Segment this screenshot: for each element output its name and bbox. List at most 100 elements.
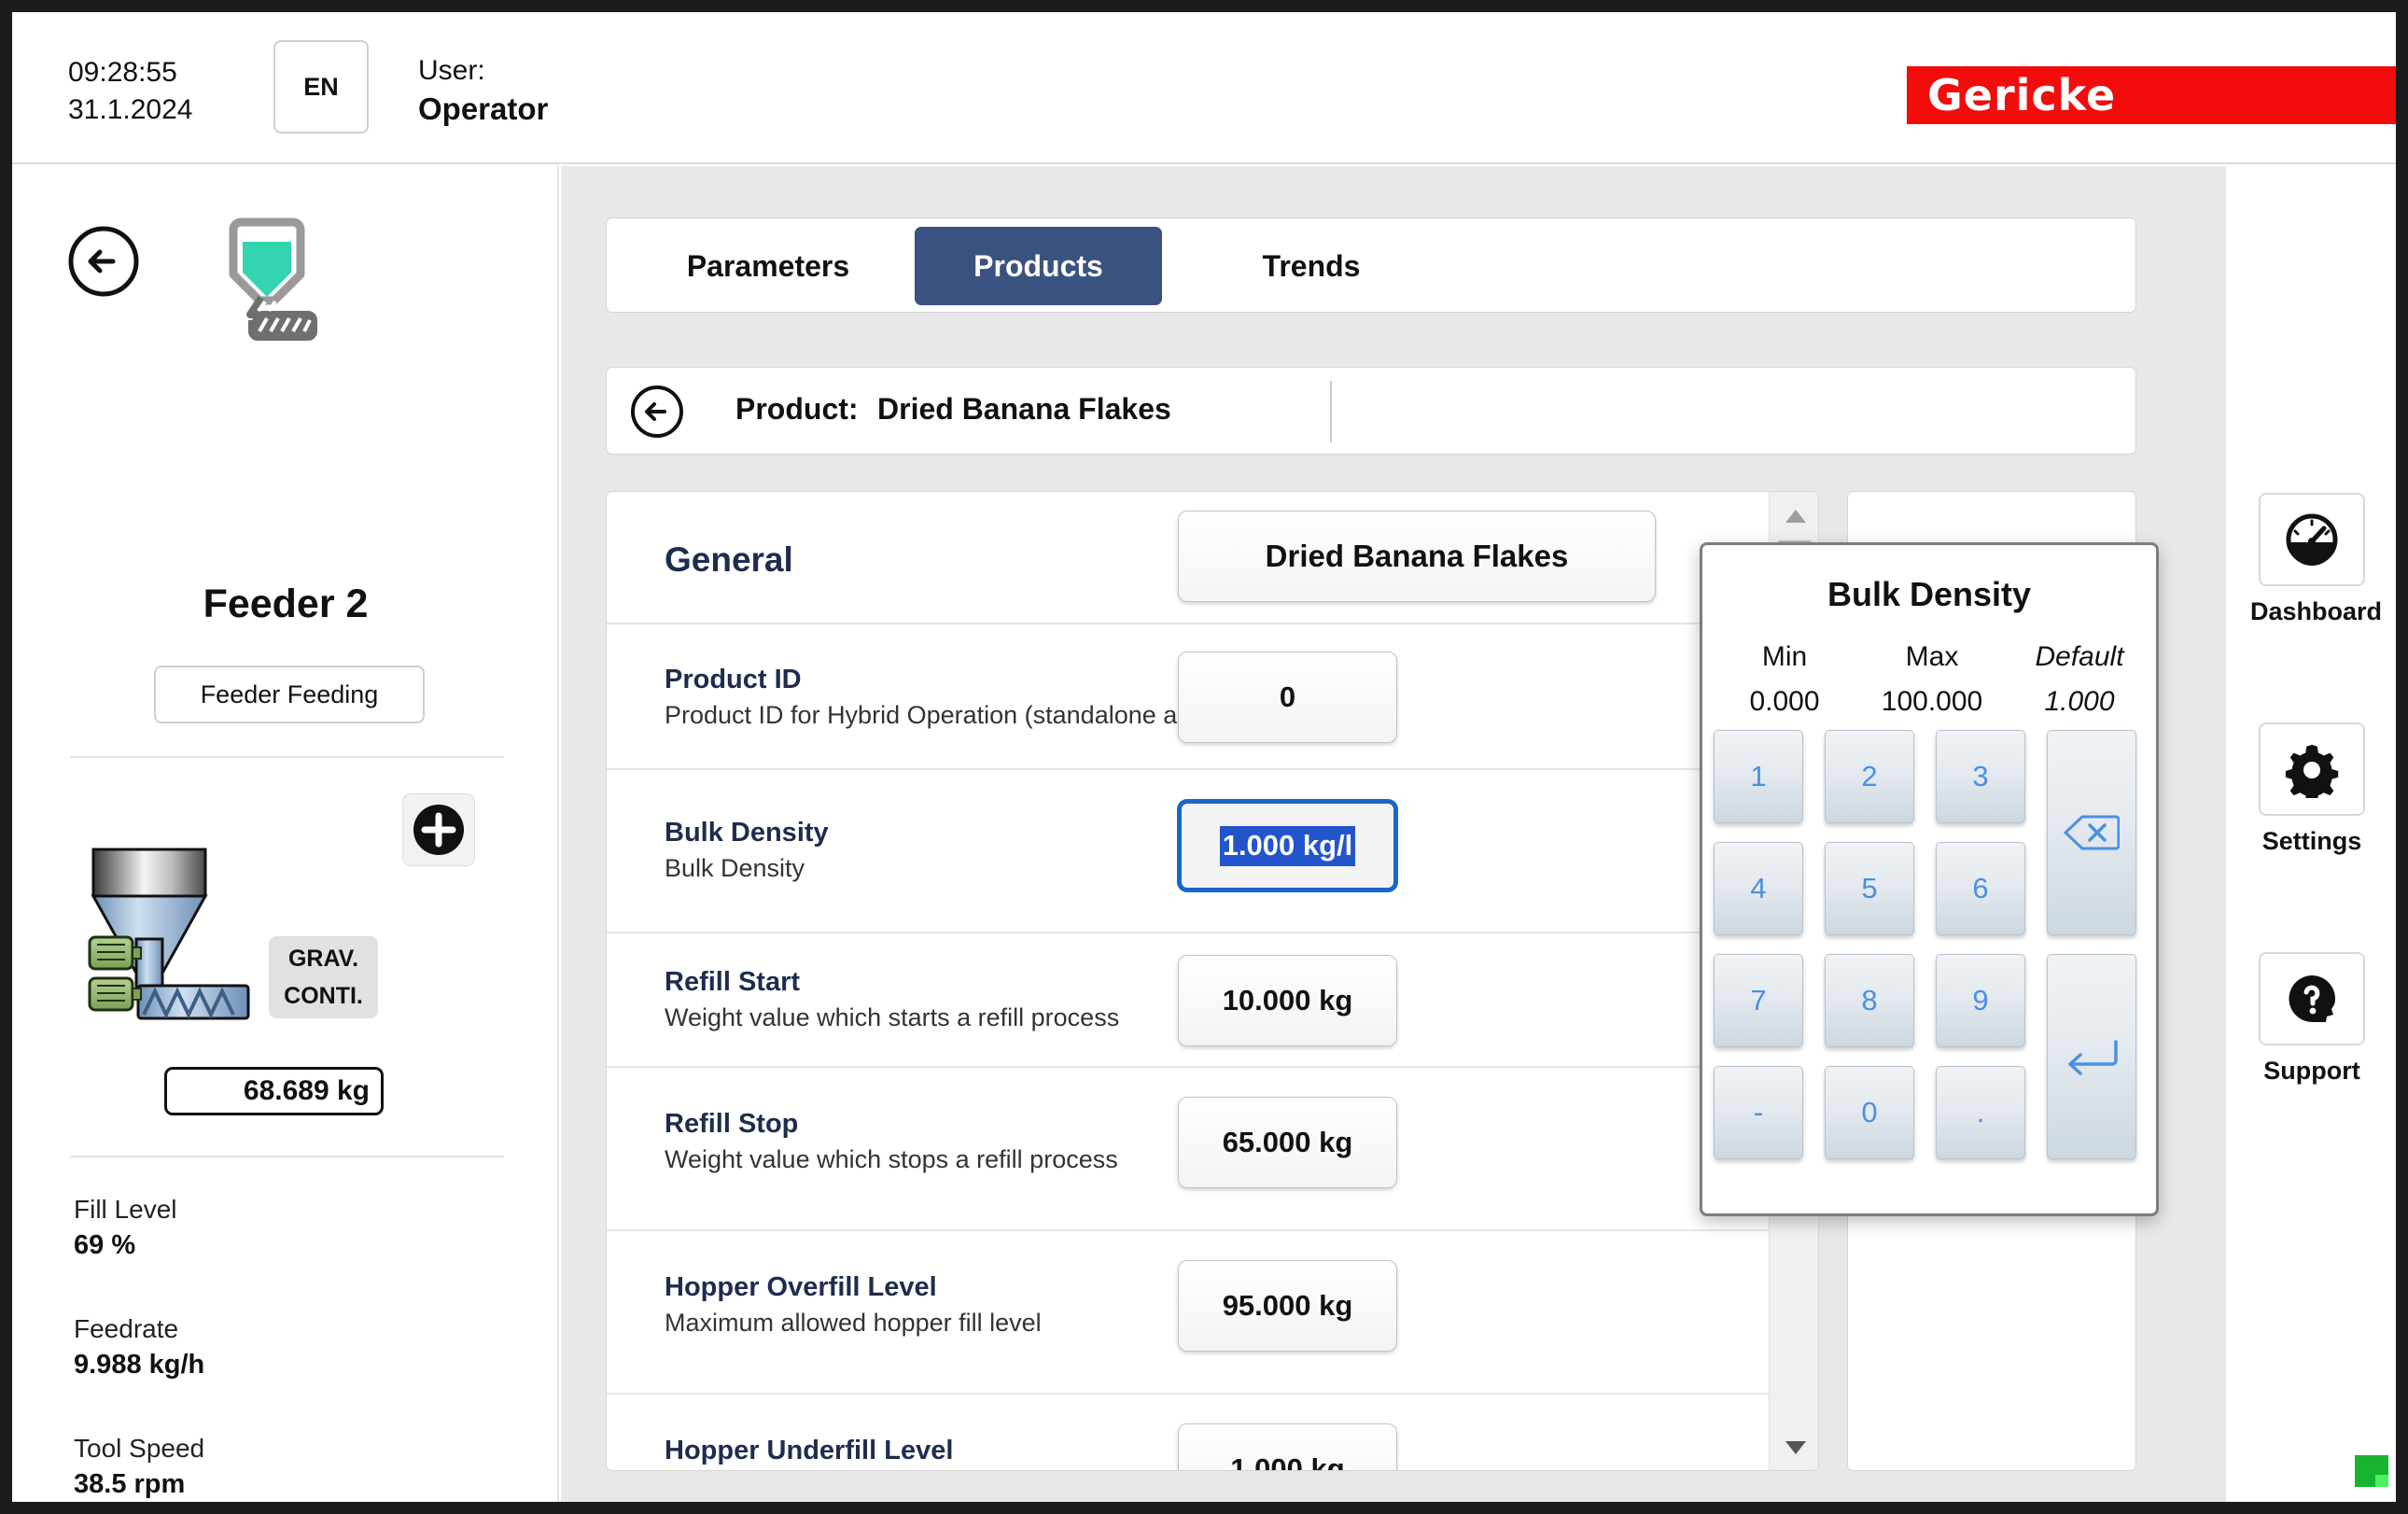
brand-logo: Gericke [1907,66,2396,124]
gear-icon [2259,722,2365,816]
key-9[interactable]: 9 [1936,954,2025,1047]
stat-feedrate: Feedrate 9.988 kg/h [74,1311,204,1383]
param-name: Bulk Density [665,818,829,848]
scroll-up-icon[interactable] [1770,496,1818,537]
param-desc: Weight value which stops a refill proces… [665,1145,1118,1173]
param-desc: Weight value which starts a refill proce… [665,1003,1120,1031]
stat-tool-speed: Tool Speed 38.5 rpm [74,1430,204,1502]
keypad-default-value: 1.000 [2044,686,2115,717]
tab-trends[interactable]: Trends [1204,227,1419,305]
product-value[interactable]: Dried Banana Flakes [877,392,1171,427]
param-desc: Minimum allowed hopper fill level [665,1468,1034,1470]
head-question-icon [2259,952,2365,1045]
nav-dashboard[interactable]: Dashboard [2250,493,2383,626]
key-4[interactable]: 4 [1714,842,1803,935]
key-minus[interactable]: - [1714,1066,1803,1159]
language-button[interactable]: EN [273,40,369,133]
param-desc: Maximum allowed hopper fill level [665,1309,1042,1337]
nav-label: Support [2263,1057,2360,1085]
section-title: General [665,540,793,579]
keypad-default-label: Default [2035,641,2124,672]
back-arrow-circle-icon[interactable] [66,224,141,299]
user-info: User: Operator [418,51,548,128]
stat-label: Fill Level [74,1195,177,1224]
key-7[interactable]: 7 [1714,954,1803,1047]
product-selector-bar: Product: Dried Banana Flakes [606,367,2136,455]
green-status-badge[interactable] [2355,1455,2388,1487]
user-name: Operator [418,91,549,126]
stat-label: Feedrate [74,1314,179,1343]
keypad-grid: 1 2 3 4 5 6 7 8 9 - 0 . [1714,730,2152,1197]
top-header: 09:28:55 31.1.2024 EN User: Operator Ger… [12,12,2396,164]
key-3[interactable]: 3 [1936,730,2025,823]
parameters-panel: General Dried Banana Flakes Product ID P… [606,491,1819,1471]
clock-display: 09:28:55 31.1.2024 [68,54,192,129]
param-value-selected-text: 1.000 kg/l [1219,825,1356,866]
table-row: Refill Stop Weight value which stops a r… [607,1066,1818,1229]
param-name: Product ID [665,665,802,694]
feeder-title: Feeder 2 [203,582,369,626]
scroll-down-icon[interactable] [1770,1427,1818,1468]
tab-parameters[interactable]: Parameters [651,227,885,305]
product-bar-divider [1330,381,1332,442]
param-value-field[interactable]: 10.000 kg [1178,955,1397,1046]
clock-date: 31.1.2024 [68,94,193,125]
nav-settings[interactable]: Settings [2250,722,2373,856]
keypad-min-value: 0.000 [1749,686,1820,717]
keypad-min: Min 0.000 [1708,635,1861,724]
param-name: Refill Stop [665,1109,799,1139]
brand-logo-text: Gericke [1927,70,2117,120]
table-row: Bulk Density Bulk Density 1.000 kg/l [607,768,1818,932]
key-8[interactable]: 8 [1825,954,1914,1047]
back-arrow-circle-icon[interactable] [629,384,685,440]
param-desc: Bulk Density [665,854,805,882]
key-1[interactable]: 1 [1714,730,1803,823]
param-value-field[interactable]: 95.000 kg [1178,1260,1397,1352]
param-name: Hopper Overfill Level [665,1272,937,1302]
table-row: Product ID Product ID for Hybrid Operati… [607,623,1818,768]
keypad-max-value: 100.000 [1881,686,1983,717]
tab-products[interactable]: Products [915,227,1162,305]
table-row: Refill Start Weight value which starts a… [607,932,1818,1066]
stat-fill-level: Fill Level 69 % [74,1191,176,1264]
enter-return-icon[interactable] [2047,954,2136,1159]
key-5[interactable]: 5 [1825,842,1914,935]
key-decimal-point[interactable]: . [1936,1066,2025,1159]
feeder-state-badge: Feeder Feeding [154,666,425,723]
nav-support[interactable]: Support [2250,952,2373,1086]
stat-label: Tool Speed [74,1434,205,1463]
clock-time: 09:28:55 [68,57,177,88]
stat-value: 9.988 kg/h [74,1350,205,1380]
tab-bar: Parameters Products Trends [606,217,2136,313]
key-6[interactable]: 6 [1936,842,2025,935]
user-label: User: [418,55,485,86]
param-value-field[interactable]: 0 [1178,652,1397,743]
nav-label: Settings [2261,827,2362,855]
keypad-max-label: Max [1905,641,1959,672]
keypad-title: Bulk Density [1827,575,2032,613]
weight-display: 68.689 kg [164,1067,384,1115]
stat-value: 69 % [74,1230,136,1260]
gauge-icon [2259,493,2365,586]
sidebar-divider-top [70,756,504,758]
mode-badge-line2: CONTI. [284,983,363,1009]
right-navigation: Dashboard Settings Support [2228,166,2396,1502]
param-name: Refill Start [665,967,801,997]
key-2[interactable]: 2 [1825,730,1914,823]
nav-label: Dashboard [2250,597,2383,625]
add-plus-button[interactable] [402,793,475,866]
numeric-keypad-popup: Bulk Density Min 0.000 Max 100.000 Defau… [1700,542,2159,1216]
backspace-icon[interactable] [2047,730,2136,935]
param-value-field[interactable]: 65.000 kg [1178,1097,1397,1188]
keypad-range-info: Min 0.000 Max 100.000 Default 1.000 [1702,635,2162,721]
key-0[interactable]: 0 [1825,1066,1914,1159]
mode-badge: GRAV. CONTI. [269,936,378,1018]
stat-value: 38.5 rpm [74,1469,186,1499]
param-value-field[interactable]: 1.000 kg [1178,1423,1397,1470]
param-value-field-focused[interactable]: 1.000 kg/l [1178,800,1397,891]
hopper-feeder-icon [213,217,334,348]
keypad-default: Default 1.000 [2003,635,2156,724]
product-name-button[interactable]: Dried Banana Flakes [1178,511,1656,602]
mode-badge-line1: GRAV. [287,946,359,972]
table-row: Hopper Underfill Level Minimum allowed h… [607,1393,1818,1470]
